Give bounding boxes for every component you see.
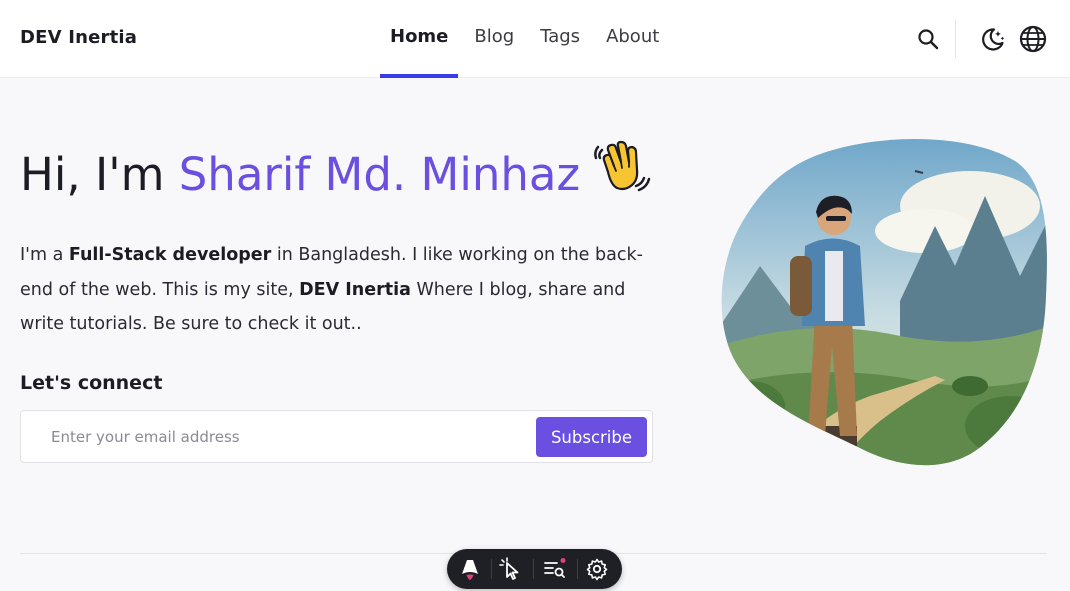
subscribe-button[interactable]: Subscribe bbox=[536, 417, 647, 457]
nav-blog[interactable]: Blog bbox=[464, 0, 524, 78]
nav-about[interactable]: About bbox=[596, 0, 669, 78]
language-globe-icon bbox=[1019, 25, 1047, 53]
language-button[interactable] bbox=[1018, 24, 1048, 54]
inspect-button[interactable] bbox=[499, 557, 523, 581]
intro-text-1: I'm a bbox=[20, 245, 69, 265]
audit-button[interactable] bbox=[543, 557, 567, 581]
subscribe-form: Subscribe bbox=[20, 410, 653, 463]
audit-search-icon bbox=[544, 558, 566, 578]
intro-site-name: DEV Inertia bbox=[299, 279, 411, 300]
dev-toolbar bbox=[447, 549, 622, 589]
main-nav: Home Blog Tags About bbox=[380, 0, 675, 78]
astro-logo-icon bbox=[462, 560, 478, 580]
site-brand[interactable]: DEV Inertia bbox=[20, 27, 137, 48]
hero-name: Sharif Md. Minhaz bbox=[178, 148, 581, 201]
site-header: DEV Inertia Home Blog Tags About bbox=[0, 0, 1070, 78]
hero-illustration bbox=[720, 136, 1050, 466]
hero-title: Hi, I'm Sharif Md. Minhaz bbox=[20, 138, 652, 207]
search-button[interactable] bbox=[913, 24, 943, 54]
theme-toggle-icon bbox=[982, 28, 1005, 51]
cursor-inspect-icon bbox=[499, 557, 519, 580]
email-input[interactable] bbox=[31, 419, 531, 455]
theme-toggle-button[interactable] bbox=[977, 24, 1007, 54]
gear-icon bbox=[586, 558, 608, 581]
intro-role: Full-Stack developer bbox=[68, 245, 272, 265]
hero-greeting: Hi, I'm bbox=[20, 148, 179, 201]
settings-button[interactable] bbox=[585, 557, 609, 581]
astro-menu-button[interactable] bbox=[458, 557, 482, 581]
connect-title: Let's connect bbox=[20, 372, 163, 394]
search-icon bbox=[918, 29, 939, 50]
nav-tags[interactable]: Tags bbox=[530, 0, 590, 78]
waving-hand-icon bbox=[594, 138, 652, 207]
header-separator bbox=[955, 20, 956, 58]
nav-home[interactable]: Home bbox=[380, 0, 459, 78]
intro-paragraph: I'm a Full-Stack developer in Bangladesh… bbox=[20, 238, 660, 342]
